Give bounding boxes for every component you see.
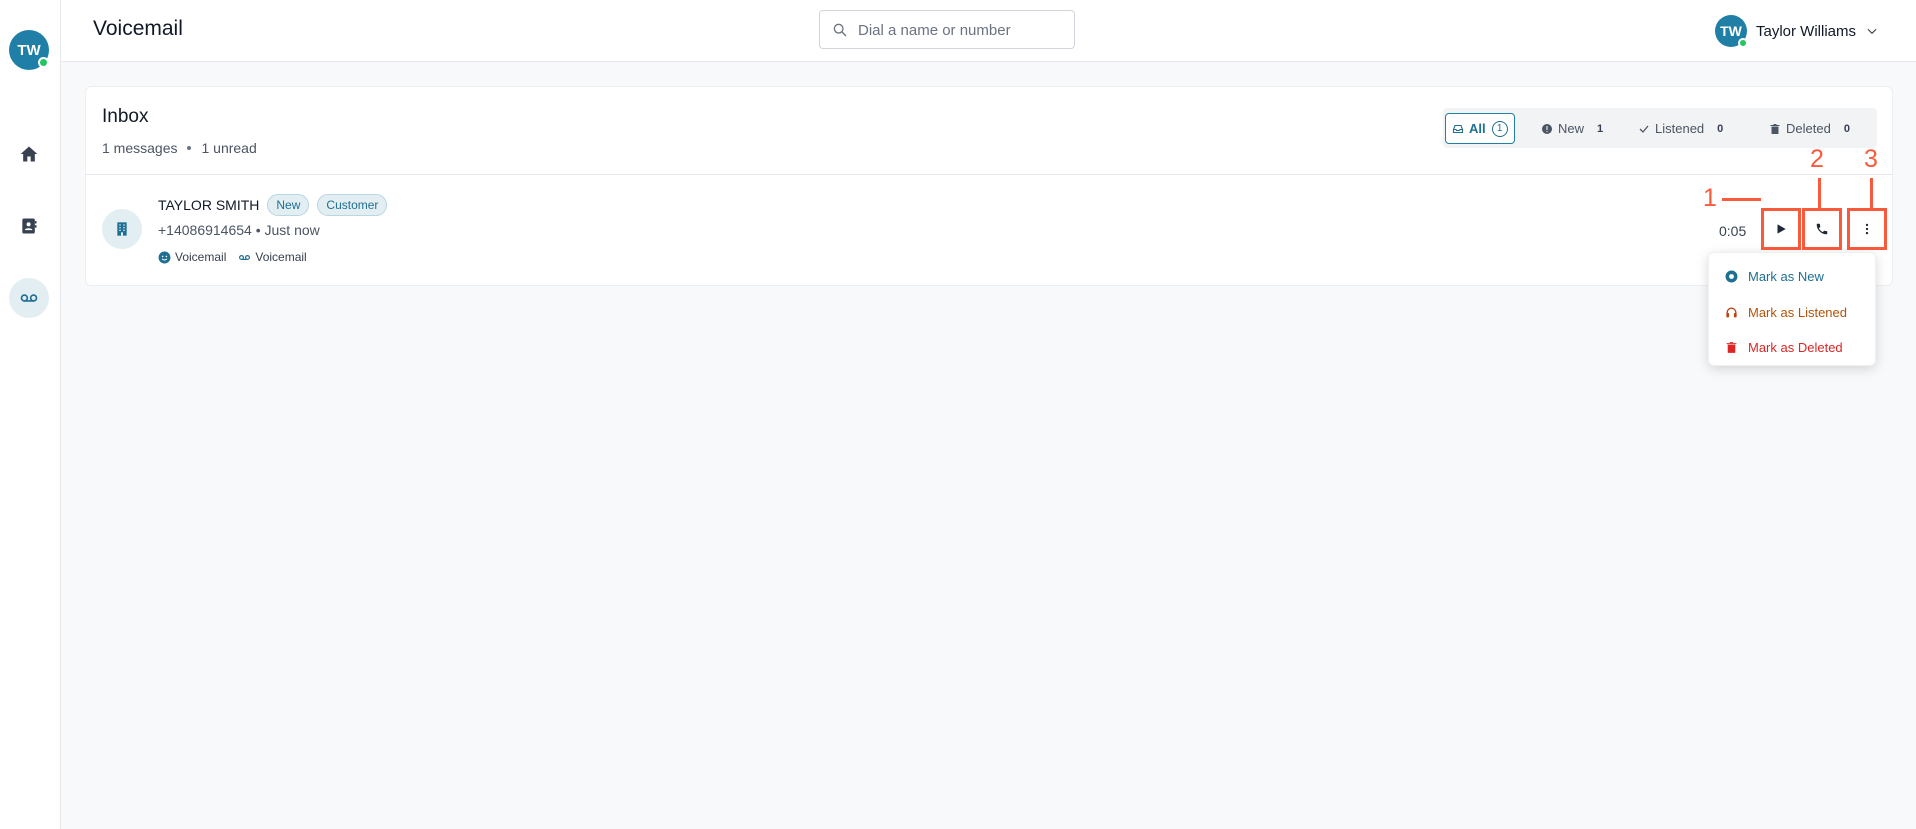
sidebar-avatar[interactable]: TW bbox=[9, 30, 49, 70]
chevron-down-icon bbox=[1867, 28, 1877, 35]
menu-item-label: Mark as New bbox=[1748, 268, 1824, 284]
trash-icon bbox=[1770, 123, 1780, 134]
inbox-title: Inbox bbox=[102, 106, 149, 127]
filter-label: Deleted bbox=[1786, 121, 1831, 136]
filter-tab-deleted[interactable]: Deleted 0 bbox=[1763, 113, 1856, 144]
caller-name: TAYLOR SMITH bbox=[158, 197, 260, 213]
tag-voicemail-type: Voicemail bbox=[238, 250, 307, 264]
online-status-dot bbox=[38, 57, 49, 68]
inbox-summary: 1 messages 1 unread bbox=[102, 140, 257, 156]
filter-count: 1 bbox=[1491, 120, 1508, 137]
filter-tabs: All 1 New 1 Listened 0 Deleted 0 bbox=[1443, 108, 1877, 148]
inbox-icon bbox=[1452, 124, 1464, 133]
smiley-icon bbox=[158, 251, 171, 263]
search-icon bbox=[833, 23, 847, 37]
filter-tab-all[interactable]: All 1 bbox=[1445, 113, 1515, 144]
check-icon bbox=[1639, 125, 1649, 133]
annotation-label-3: 3 bbox=[1864, 145, 1878, 173]
call-back-button[interactable] bbox=[1802, 208, 1842, 250]
contacts-icon bbox=[22, 218, 37, 234]
tag-label: Voicemail bbox=[175, 250, 227, 264]
top-header: Voicemail TW Taylor Williams bbox=[61, 0, 1916, 62]
message-options-menu: Mark as New Mark as Listened Mark as Del… bbox=[1708, 252, 1876, 366]
message-count: 1 messages bbox=[102, 140, 178, 156]
inbox-card: Inbox 1 messages 1 unread All 1 New 1 Li… bbox=[85, 86, 1893, 286]
filter-label: All bbox=[1469, 121, 1486, 136]
caller-avatar bbox=[102, 209, 142, 249]
play-button[interactable] bbox=[1761, 208, 1801, 250]
more-options-button[interactable] bbox=[1847, 208, 1887, 250]
voicemail-icon bbox=[239, 254, 251, 260]
menu-item-mark-new[interactable]: Mark as New bbox=[1725, 265, 1824, 287]
divider bbox=[86, 174, 1892, 175]
filter-count: 0 bbox=[1717, 122, 1724, 135]
radio-dot-icon bbox=[1725, 270, 1738, 282]
sidebar-item-home[interactable] bbox=[9, 134, 49, 174]
user-menu[interactable]: TW Taylor Williams bbox=[1715, 14, 1879, 48]
annotation-line-1 bbox=[1722, 198, 1761, 201]
info-circle-icon bbox=[1542, 123, 1552, 134]
menu-item-mark-deleted[interactable]: Mark as Deleted bbox=[1725, 336, 1843, 358]
play-icon bbox=[1777, 224, 1786, 234]
message-duration: 0:05 bbox=[1719, 223, 1747, 239]
menu-item-mark-listened[interactable]: Mark as Listened bbox=[1725, 301, 1847, 323]
sidebar-item-contacts[interactable] bbox=[9, 206, 49, 246]
status-badge-new: New bbox=[267, 194, 310, 216]
phone-icon bbox=[1816, 223, 1828, 235]
message-tags: Voicemail Voicemail bbox=[158, 250, 319, 264]
filter-label: Listened bbox=[1655, 121, 1705, 136]
sidebar-item-voicemail[interactable] bbox=[9, 278, 49, 318]
filter-tab-new[interactable]: New 1 bbox=[1535, 113, 1609, 144]
unread-count: 1 unread bbox=[201, 140, 257, 156]
separator-dot bbox=[187, 146, 192, 150]
user-name: Taylor Williams bbox=[1756, 22, 1857, 40]
caller-line: TAYLOR SMITH New Customer bbox=[158, 194, 395, 216]
filter-label: New bbox=[1558, 121, 1585, 136]
filter-tab-listened[interactable]: Listened 0 bbox=[1632, 113, 1729, 144]
tag-label: Voicemail bbox=[255, 250, 307, 264]
type-badge-customer: Customer bbox=[317, 194, 388, 216]
tag-voicemail-source: Voicemail bbox=[158, 250, 226, 264]
menu-item-label: Mark as Listened bbox=[1748, 304, 1847, 320]
filter-count: 1 bbox=[1597, 122, 1604, 135]
dial-search-input[interactable] bbox=[858, 19, 1068, 41]
filter-count: 0 bbox=[1843, 122, 1850, 135]
more-vertical-icon bbox=[1865, 223, 1869, 235]
user-initials: TW bbox=[1720, 23, 1742, 39]
annotation-label-2: 2 bbox=[1810, 145, 1824, 173]
online-status-dot bbox=[1738, 38, 1748, 48]
page-title: Voicemail bbox=[93, 17, 183, 40]
voicemail-icon bbox=[20, 294, 38, 302]
dial-search-box[interactable] bbox=[819, 10, 1075, 49]
trash-icon bbox=[1726, 341, 1737, 353]
user-avatar: TW bbox=[1715, 15, 1748, 48]
menu-item-label: Mark as Deleted bbox=[1748, 339, 1843, 355]
annotation-line-3 bbox=[1870, 178, 1873, 208]
headphones-icon bbox=[1726, 307, 1737, 317]
building-icon bbox=[117, 222, 127, 236]
sidebar: TW bbox=[0, 0, 61, 829]
home-icon bbox=[20, 146, 38, 162]
annotation-label-1: 1 bbox=[1703, 184, 1717, 212]
caller-meta: +14086914654 • Just now bbox=[158, 222, 320, 238]
annotation-line-2 bbox=[1818, 178, 1821, 208]
avatar-initials: TW bbox=[17, 41, 41, 59]
